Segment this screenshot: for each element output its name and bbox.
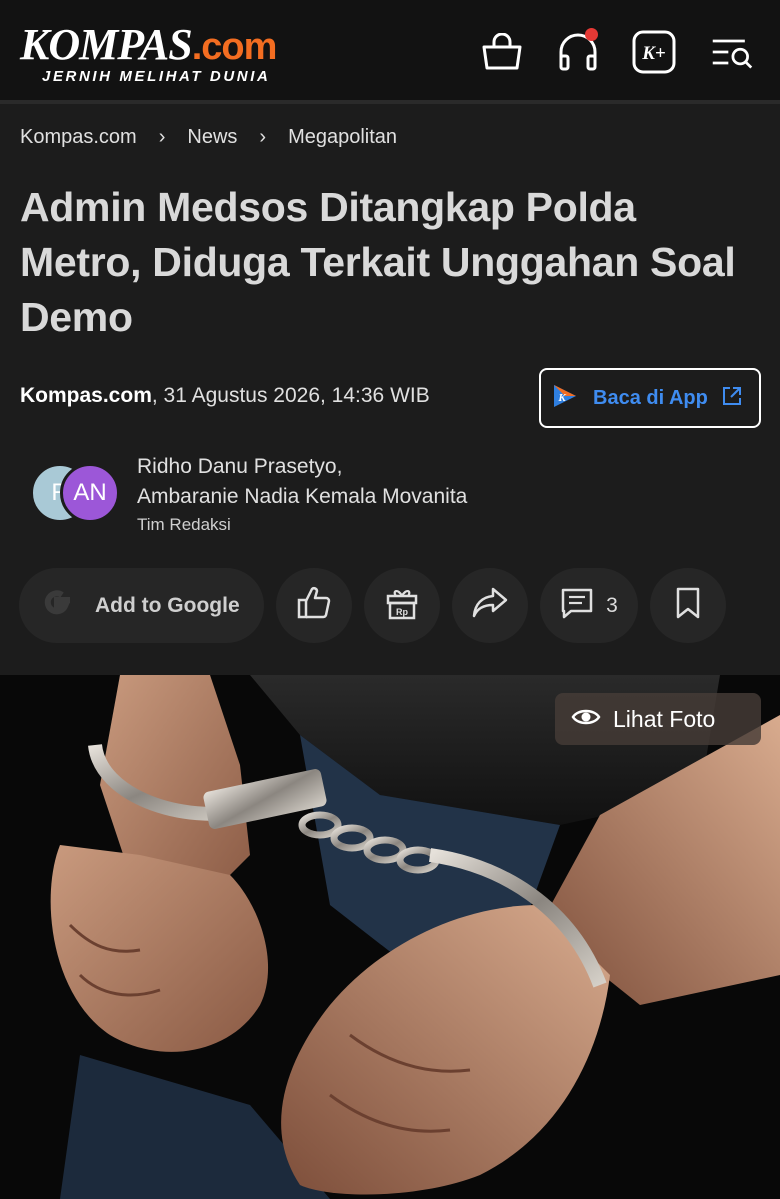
add-to-google-button[interactable]: Add to Google — [19, 568, 264, 643]
kompas-plus-icon[interactable]: K+ — [632, 30, 676, 74]
shopping-bag-icon[interactable] — [480, 30, 524, 74]
thumbs-up-icon — [296, 585, 332, 626]
top-navbar: KOMPAS.com JERNIH MELIHAT DUNIA K+ — [0, 0, 780, 104]
gift-rp-icon: Rp — [384, 585, 420, 626]
share-button[interactable] — [452, 568, 528, 643]
like-button[interactable] — [276, 568, 352, 643]
add-to-google-label: Add to Google — [95, 593, 240, 617]
external-link-icon — [722, 386, 742, 411]
breadcrumb-item-news[interactable]: News — [187, 126, 237, 149]
read-in-app-button[interactable]: K Baca di App — [539, 368, 761, 428]
author-name[interactable]: Ridho Danu Prasetyo, — [137, 452, 467, 482]
logo-wordmark: KOMPAS.com — [20, 20, 277, 69]
svg-text:K: K — [557, 392, 566, 404]
bookmark-button[interactable] — [650, 568, 726, 643]
article-source: Kompas.com — [20, 384, 152, 407]
google-icon — [37, 583, 77, 628]
view-photo-label: Lihat Foto — [613, 705, 716, 732]
bookmark-icon — [674, 586, 702, 625]
breadcrumb: Kompas.com › News › Megapolitan — [20, 126, 397, 149]
article-datetime: , 31 Agustus 2026, 14:36 WIB — [151, 384, 430, 407]
chevron-right-icon: › — [158, 126, 166, 148]
author-block: Ridho Danu Prasetyo, Ambaranie Nadia Kem… — [137, 452, 467, 538]
eye-icon — [571, 706, 601, 733]
share-icon — [471, 585, 509, 626]
breadcrumb-item-home[interactable]: Kompas.com — [20, 126, 137, 149]
team-label: Tim Redaksi — [137, 515, 231, 534]
comment-count: 3 — [606, 593, 618, 617]
headphones-icon[interactable] — [556, 28, 600, 74]
gift-button[interactable]: Rp — [364, 568, 440, 643]
notification-dot — [585, 28, 598, 41]
author-name[interactable]: Ambaranie Nadia Kemala Movanita — [137, 482, 467, 512]
comments-button[interactable]: 3 — [540, 568, 638, 643]
chevron-right-icon: › — [259, 126, 267, 148]
comment-icon — [560, 586, 594, 625]
kompas-logo[interactable]: KOMPAS.com JERNIH MELIHAT DUNIA — [20, 20, 277, 86]
author-avatars: R AN — [30, 463, 122, 525]
app-logo-icon: K — [551, 382, 579, 415]
logo-tagline: JERNIH MELIHAT DUNIA — [42, 68, 271, 85]
svg-text:K+: K+ — [641, 43, 666, 64]
view-photo-button[interactable]: Lihat Foto — [555, 693, 761, 745]
avatar[interactable]: AN — [60, 463, 120, 523]
article-meta: Kompas.com, 31 Agustus 2026, 14:36 WIB — [20, 384, 430, 408]
svg-text:Rp: Rp — [396, 607, 408, 617]
read-in-app-label: Baca di App — [593, 386, 708, 409]
article-title: Admin Medsos Ditangkap Polda Metro, Didu… — [20, 184, 736, 340]
menu-search-icon[interactable] — [710, 30, 754, 74]
breadcrumb-item-megapolitan[interactable]: Megapolitan — [288, 126, 397, 149]
article-hero-image[interactable] — [0, 675, 780, 1199]
